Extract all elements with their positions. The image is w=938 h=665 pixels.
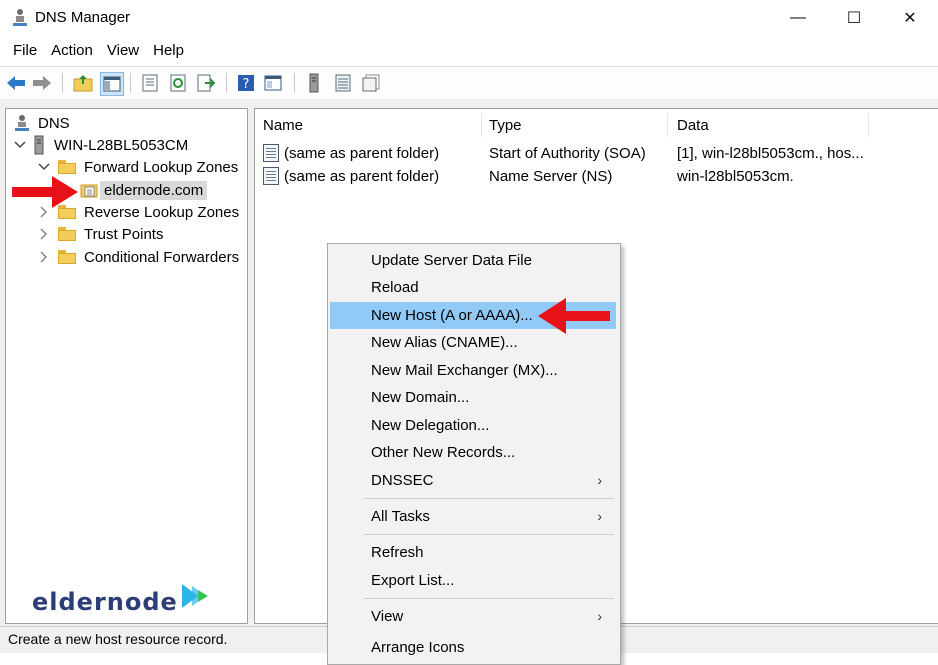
menu-item-update-server-data-file[interactable]: Update Server Data File	[330, 247, 616, 274]
logo-text: eldernode	[32, 588, 178, 616]
menu-item-view-label: View	[371, 608, 404, 625]
column-header-name[interactable]: Name	[263, 117, 303, 134]
menu-item-all-tasks[interactable]: All Tasks ›	[330, 503, 616, 530]
chevron-right-icon: ›	[597, 608, 602, 624]
console-icon[interactable]	[262, 72, 284, 94]
tree-item-trust-points[interactable]: Trust Points	[38, 223, 163, 245]
logo-play-icon	[182, 584, 208, 608]
properties-icon[interactable]	[139, 72, 161, 94]
zone-icon	[80, 184, 98, 198]
window-title: DNS Manager	[35, 9, 131, 26]
chevron-right-icon: ›	[597, 508, 602, 524]
refresh-icon[interactable]	[167, 72, 189, 94]
maximize-button[interactable]: ☐	[826, 0, 882, 36]
record-icon	[263, 167, 279, 185]
menu-item-new-delegation[interactable]: New Delegation...	[330, 412, 616, 439]
back-arrow-icon[interactable]	[5, 72, 27, 94]
red-arrow-left-icon	[538, 298, 610, 334]
up-folder-icon[interactable]	[72, 72, 94, 94]
tree-item-dns[interactable]: DNS	[14, 112, 70, 134]
tree-label-trust-points: Trust Points	[84, 225, 164, 243]
menu-item-other-new-records[interactable]: Other New Records...	[330, 439, 616, 466]
tree-item-server[interactable]: WIN-L28BL5053CM	[14, 134, 188, 156]
zone-list-icon[interactable]	[332, 72, 354, 94]
table-row-type: Start of Authority (SOA)	[489, 145, 646, 162]
menu-item-export-list[interactable]: Export List...	[330, 567, 616, 594]
menu-item-refresh[interactable]: Refresh	[330, 539, 616, 566]
table-row-data: win-l28bl5053cm.	[677, 168, 794, 185]
menu-help[interactable]: Help	[146, 38, 191, 64]
menu-item-new-domain[interactable]: New Domain...	[330, 384, 616, 411]
table-row-name[interactable]: (same as parent folder)	[284, 145, 439, 162]
records-icon[interactable]	[360, 72, 382, 94]
dns-manager-app-icon	[13, 9, 27, 26]
help-icon[interactable]: ?	[235, 72, 257, 94]
table-row-data: [1], win-l28bl5053cm., hos...	[677, 145, 864, 162]
tree-item-eldernode-zone[interactable]: eldernode.com	[80, 179, 208, 201]
chevron-right-icon[interactable]	[38, 251, 50, 263]
menu-item-new-mail-exchanger[interactable]: New Mail Exchanger (MX)...	[330, 357, 616, 384]
menu-bar: File Action View Help	[0, 38, 938, 64]
menu-file[interactable]: File	[6, 38, 44, 64]
minimize-button[interactable]: —	[770, 0, 826, 36]
tree-label-server: WIN-L28BL5053CM	[54, 136, 189, 154]
close-button[interactable]: ✕	[882, 0, 938, 36]
chevron-right-icon: ›	[597, 472, 602, 488]
dns-icon	[15, 115, 29, 131]
red-arrow-right-icon	[12, 176, 78, 208]
menu-item-dnssec[interactable]: DNSSEC ›	[330, 467, 616, 494]
column-header-data[interactable]: Data	[677, 117, 709, 134]
chevron-right-icon[interactable]	[38, 228, 50, 240]
status-text: Create a new host resource record.	[8, 631, 228, 647]
eldernode-logo: eldernode	[32, 582, 222, 622]
tree-label-reverse-lookup-zones: Reverse Lookup Zones	[84, 203, 240, 221]
svg-text:?: ?	[243, 77, 250, 92]
tree-label-eldernode-zone: eldernode.com	[100, 180, 208, 200]
show-hide-tree-icon[interactable]	[100, 72, 124, 96]
column-header-type[interactable]: Type	[489, 117, 522, 134]
export-list-icon[interactable]	[195, 72, 217, 94]
menu-item-all-tasks-label: All Tasks	[371, 508, 430, 525]
menu-item-view[interactable]: View ›	[330, 603, 616, 630]
folder-icon	[58, 227, 76, 241]
table-row-type: Name Server (NS)	[489, 168, 613, 185]
table-row-name[interactable]: (same as parent folder)	[284, 168, 439, 185]
menu-item-dnssec-label: DNSSEC	[371, 472, 434, 489]
tree-label-forward-lookup-zones: Forward Lookup Zones	[84, 158, 239, 176]
record-icon	[263, 144, 279, 162]
folder-icon	[58, 250, 76, 264]
toolbar: ?	[0, 66, 938, 100]
chevron-down-icon[interactable]	[14, 139, 26, 151]
forward-arrow-icon[interactable]	[31, 72, 53, 94]
menu-view[interactable]: View	[100, 38, 146, 64]
tree-item-conditional-forwarders[interactable]: Conditional Forwarders	[38, 246, 239, 268]
tree-label-dns: DNS	[38, 114, 70, 132]
server-icon	[34, 135, 44, 155]
server-icon[interactable]	[303, 72, 325, 94]
tree-label-conditional-forwarders: Conditional Forwarders	[84, 248, 240, 266]
menu-action[interactable]: Action	[44, 38, 100, 64]
menu-item-arrange-icons[interactable]: Arrange Icons	[330, 634, 616, 661]
